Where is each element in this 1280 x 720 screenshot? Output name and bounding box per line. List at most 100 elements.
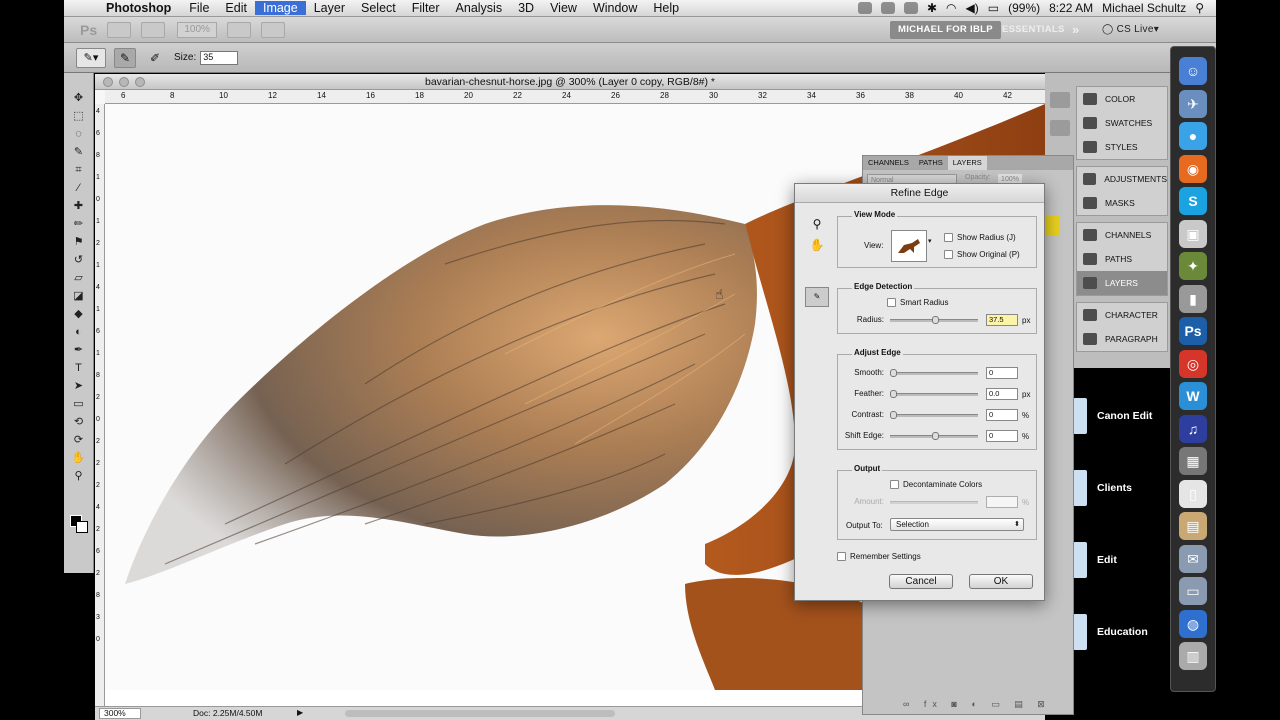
- menu-layer[interactable]: Layer: [306, 1, 353, 15]
- camera-status-icon[interactable]: [857, 2, 872, 14]
- radius-slider-thumb[interactable]: [932, 316, 939, 324]
- ichat-icon[interactable]: ●: [1179, 122, 1207, 150]
- menu-file[interactable]: File: [181, 1, 217, 15]
- cs-live-button[interactable]: ◯ CS Live▾: [1094, 21, 1167, 39]
- bridge-icon[interactable]: ✦: [1179, 252, 1207, 280]
- mini-bridge-button[interactable]: [141, 21, 166, 38]
- background-color-swatch[interactable]: [76, 521, 88, 533]
- screen-mode-button[interactable]: [261, 21, 286, 38]
- menu-select[interactable]: Select: [353, 1, 404, 15]
- panel-character[interactable]: CHARACTER: [1077, 303, 1167, 327]
- zoom-level-select[interactable]: 100%: [177, 21, 218, 38]
- hand-tool-icon[interactable]: ✋: [68, 450, 90, 467]
- itunes-icon[interactable]: ♫: [1179, 414, 1207, 443]
- zoom-field[interactable]: 300%: [99, 708, 141, 719]
- panel-masks[interactable]: MASKS: [1077, 191, 1167, 215]
- decontaminate-colors-checkbox[interactable]: Decontaminate Colors: [890, 480, 982, 489]
- zoom-window-icon[interactable]: [135, 77, 145, 87]
- blur-tool-icon[interactable]: ◆: [68, 306, 90, 323]
- output-to-select[interactable]: Selection ⬍: [890, 518, 1024, 531]
- folder-icon[interactable]: [1073, 398, 1087, 434]
- sync-status-icon[interactable]: [880, 2, 895, 14]
- actions-panel-icon[interactable]: [1050, 120, 1070, 136]
- view-mode-dropdown-icon[interactable]: ▾: [928, 237, 932, 245]
- adjust-slider-thumb[interactable]: [890, 411, 897, 419]
- adjust-input[interactable]: 0: [986, 409, 1018, 421]
- menu-analysis[interactable]: Analysis: [448, 1, 511, 15]
- panel-paths[interactable]: PATHS: [1077, 247, 1167, 271]
- gradient-tool-icon[interactable]: ◪: [68, 288, 90, 305]
- amount-input[interactable]: [986, 496, 1018, 508]
- ok-button[interactable]: OK: [969, 574, 1033, 589]
- radius-slider[interactable]: [890, 316, 978, 324]
- remember-settings-checkbox[interactable]: Remember Settings: [837, 552, 921, 561]
- preview-icon[interactable]: ✈: [1179, 89, 1207, 118]
- 3d-orbit-tool-icon[interactable]: ⟳: [68, 432, 90, 449]
- user-name[interactable]: Michael Schultz: [1102, 1, 1186, 15]
- 3d-rotate-tool-icon[interactable]: ⟲: [68, 414, 90, 431]
- brush-tool-icon[interactable]: ✏: [68, 216, 90, 233]
- desktop-folder-label[interactable]: Canon Edit: [1097, 410, 1152, 422]
- adjust-input[interactable]: 0: [986, 430, 1018, 442]
- workspace-essentials[interactable]: ESSENTIALS: [994, 21, 1073, 39]
- adjust-slider[interactable]: [890, 432, 978, 440]
- size-input[interactable]: 35: [200, 50, 239, 65]
- crop-tool-icon[interactable]: ⌗: [68, 162, 90, 179]
- bridge-button[interactable]: [107, 21, 132, 38]
- erase-refinements-tool-button[interactable]: ✐: [144, 48, 166, 68]
- history-panel-icon[interactable]: [1050, 92, 1070, 108]
- path-select-tool-icon[interactable]: ➤: [68, 378, 90, 395]
- desktop-folder-label[interactable]: Edit: [1097, 554, 1117, 566]
- menu-window[interactable]: Window: [585, 1, 645, 15]
- skype-icon[interactable]: S: [1179, 187, 1207, 215]
- menu-image[interactable]: Image: [254, 1, 306, 15]
- horizontal-ruler[interactable]: 6 8 10 12 14 16 18 20 22 24 26 28 30 32 34 36 38 40 42: [105, 90, 1045, 104]
- document-icon[interactable]: ▯: [1179, 479, 1207, 508]
- adjust-slider-thumb[interactable]: [890, 369, 897, 377]
- smart-radius-checkbox[interactable]: Smart Radius: [887, 298, 948, 307]
- show-radius-checkbox[interactable]: Show Radius (J): [944, 233, 1016, 242]
- adjust-input[interactable]: 0: [986, 367, 1018, 379]
- firefox-icon[interactable]: ◉: [1179, 154, 1207, 183]
- photoshop-icon[interactable]: Ps: [1179, 317, 1207, 345]
- move-tool-icon[interactable]: ✥: [68, 90, 90, 107]
- workspace-active[interactable]: MICHAEL FOR IBLP: [890, 21, 1001, 39]
- adjust-input[interactable]: 0.0: [986, 388, 1018, 400]
- wifi-icon[interactable]: ◠: [946, 1, 956, 15]
- history-brush-tool-icon[interactable]: ↺: [68, 252, 90, 269]
- tab-layers[interactable]: LAYERS: [947, 156, 987, 170]
- panel-styles[interactable]: STYLES: [1077, 135, 1167, 159]
- tab-channels[interactable]: CHANNELS: [863, 156, 914, 170]
- adjust-slider[interactable]: [890, 411, 978, 419]
- dodge-tool-icon[interactable]: ◐: [68, 324, 90, 341]
- cancel-button[interactable]: Cancel: [889, 574, 953, 589]
- network-icon[interactable]: ▭: [1179, 577, 1207, 605]
- app-menu[interactable]: Photoshop: [90, 1, 181, 15]
- mail-icon[interactable]: ✉: [1179, 544, 1207, 573]
- volume-icon[interactable]: ◀): [966, 1, 979, 15]
- globe-icon[interactable]: ◍: [1179, 609, 1207, 638]
- vertical-ruler[interactable]: 4681012141618202224262830: [95, 104, 105, 706]
- adjust-slider-thumb[interactable]: [890, 390, 897, 398]
- tab-paths[interactable]: PATHS: [914, 156, 948, 170]
- hand-tool-icon[interactable]: ✋: [809, 237, 825, 253]
- eraser-tool-icon[interactable]: ▱: [68, 270, 90, 287]
- eyedropper-tool-icon[interactable]: ⁄: [68, 180, 90, 197]
- finder-icon[interactable]: ☺: [1179, 57, 1207, 85]
- adjust-slider-thumb[interactable]: [932, 432, 939, 440]
- status-menu-arrow-icon[interactable]: ▶: [297, 708, 303, 717]
- adjust-slider[interactable]: [890, 390, 978, 398]
- lasso-tool-icon[interactable]: ◌: [68, 126, 90, 143]
- amount-slider[interactable]: [890, 501, 978, 504]
- zoom-tool-icon[interactable]: ⚲: [68, 468, 90, 485]
- layers-footer-icons[interactable]: ∞ fx ◙ ◐ ▭ ▤ ⊠: [903, 699, 1051, 710]
- clone-stamp-tool-icon[interactable]: ⚑: [68, 234, 90, 251]
- tool-preset-picker[interactable]: ✎▾: [76, 47, 106, 68]
- layer-selection-highlight[interactable]: [1043, 216, 1059, 236]
- adjust-slider[interactable]: [890, 369, 978, 377]
- menu-edit[interactable]: Edit: [217, 1, 255, 15]
- menu-3d[interactable]: 3D: [510, 1, 542, 15]
- clock[interactable]: 8:22 AM: [1049, 1, 1093, 15]
- bluetooth-icon[interactable]: ✱: [927, 1, 937, 15]
- panel-paragraph[interactable]: PARAGRAPH: [1077, 327, 1167, 351]
